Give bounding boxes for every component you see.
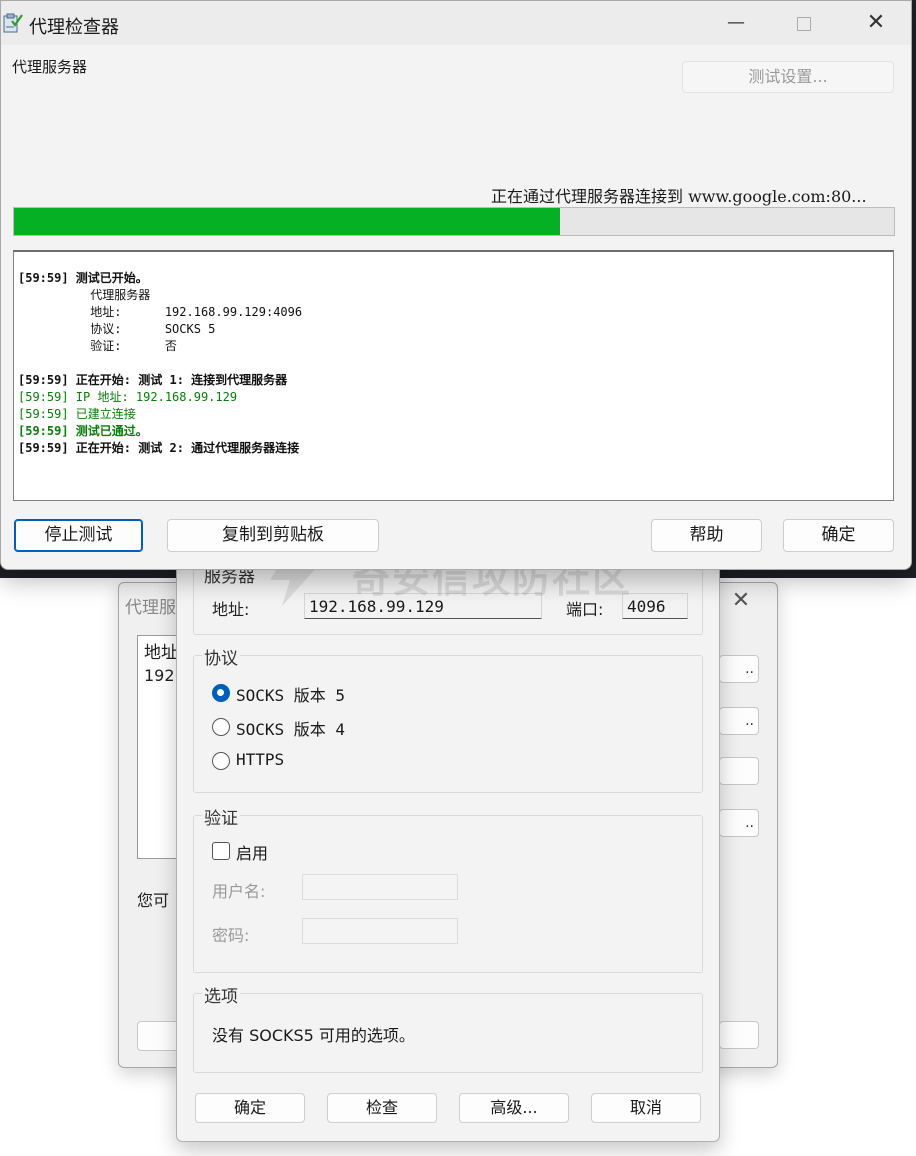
- title-bar[interactable]: [1, 1, 911, 45]
- proxy-server-label: 代理服务器: [12, 58, 88, 76]
- close-icon[interactable]: ✕: [729, 589, 753, 613]
- clipboard-check-icon: [3, 13, 23, 33]
- auth-enable-label[interactable]: 启用: [236, 840, 268, 864]
- progress-bar-fill: [14, 208, 560, 235]
- settings-check-button[interactable]: 检查: [327, 1093, 437, 1123]
- protocol-https-radio[interactable]: [212, 752, 230, 770]
- log-line: [59:59] 正在开始: 测试 2: 通过代理服务器连接: [18, 441, 300, 455]
- settings-cancel-button[interactable]: 取消: [591, 1093, 701, 1123]
- log-line: 协议: SOCKS 5: [18, 322, 216, 336]
- log-line: 代理服务器: [18, 288, 151, 302]
- log-line: 地址: 192.168.99.129:4096: [18, 305, 303, 319]
- stop-test-button[interactable]: 停止测试: [14, 519, 143, 552]
- proxy-list-row[interactable]: 192.: [144, 666, 180, 685]
- proxy-list-edit-button[interactable]: ..: [719, 707, 759, 735]
- settings-ok-button[interactable]: 确定: [195, 1093, 305, 1123]
- log-line: [59:59] 测试已通过。: [18, 424, 148, 438]
- username-label: 用户名:: [212, 882, 266, 901]
- log-line: [59:59] 测试已开始。: [18, 271, 148, 285]
- log-line: [59:59] 正在开始: 测试 1: 连接到代理服务器: [18, 373, 288, 387]
- proxy-list-dialog-title: 代理服: [125, 598, 176, 618]
- log-output[interactable]: [59:59] 测试已开始。 代理服务器 地址: 192.168.99.129:…: [13, 250, 894, 501]
- proxy-list-more-button[interactable]: ..: [719, 809, 759, 837]
- status-text: 正在通过代理服务器连接到 www.google.com:80...: [491, 187, 867, 206]
- protocol-socks5-label[interactable]: SOCKS 版本 5: [236, 682, 345, 706]
- settings-advanced-button[interactable]: 高级...: [459, 1093, 569, 1123]
- minimize-icon[interactable]: —: [713, 7, 759, 39]
- proxy-list-bottom-right-button[interactable]: [719, 1021, 759, 1049]
- options-group: 选项 没有 SOCKS5 可用的选项。: [193, 982, 703, 1073]
- log-line: [59:59] IP 地址: 192.168.99.129: [18, 390, 238, 404]
- proxy-checker-window: 代理检查器 — ✕ 代理服务器 测试设置... 正在通过代理服务器连接到 www…: [0, 0, 912, 570]
- auth-group: 验证 启用 用户名: 密码:: [193, 804, 703, 973]
- protocol-https-label[interactable]: HTTPS: [236, 750, 284, 769]
- auth-group-title: 验证: [202, 804, 240, 829]
- proxy-list-remove-button[interactable]: [719, 757, 759, 785]
- test-settings-button[interactable]: 测试设置...: [682, 61, 894, 93]
- password-field: [302, 918, 458, 944]
- password-label: 密码:: [212, 926, 250, 945]
- username-field: [302, 874, 458, 900]
- window-title: 代理检查器: [29, 17, 119, 38]
- maximize-icon[interactable]: [781, 7, 827, 39]
- help-button[interactable]: 帮助: [651, 519, 762, 552]
- progress-bar: [13, 207, 895, 236]
- protocol-group: 协议 SOCKS 版本 5 SOCKS 版本 4 HTTPS: [193, 644, 703, 793]
- proxy-settings-dialog: 服务器 地址: 192.168.99.129 端口: 4096 协议 SOCKS…: [176, 556, 720, 1142]
- protocol-group-title: 协议: [202, 644, 240, 669]
- auth-enable-checkbox[interactable]: [212, 842, 230, 860]
- proxy-list-hint: 您可: [137, 891, 170, 910]
- address-label: 地址:: [212, 600, 250, 619]
- copy-to-clipboard-button[interactable]: 复制到剪贴板: [167, 519, 379, 552]
- options-group-title: 选项: [202, 982, 240, 1007]
- protocol-socks5-radio[interactable]: [212, 684, 230, 702]
- log-line: [59:59] 已建立连接: [18, 407, 136, 421]
- protocol-socks4-label[interactable]: SOCKS 版本 4: [236, 716, 345, 740]
- options-text: 没有 SOCKS5 可用的选项。: [212, 1026, 415, 1045]
- close-icon[interactable]: ✕: [853, 7, 899, 39]
- log-line: 验证: 否: [18, 339, 177, 353]
- proxy-list-bottom-left-button[interactable]: [137, 1021, 179, 1051]
- proxy-list-header: 地址: [144, 643, 178, 663]
- ok-button[interactable]: 确定: [783, 519, 894, 552]
- protocol-socks4-radio[interactable]: [212, 718, 230, 736]
- proxy-list-add-button[interactable]: ..: [719, 655, 759, 683]
